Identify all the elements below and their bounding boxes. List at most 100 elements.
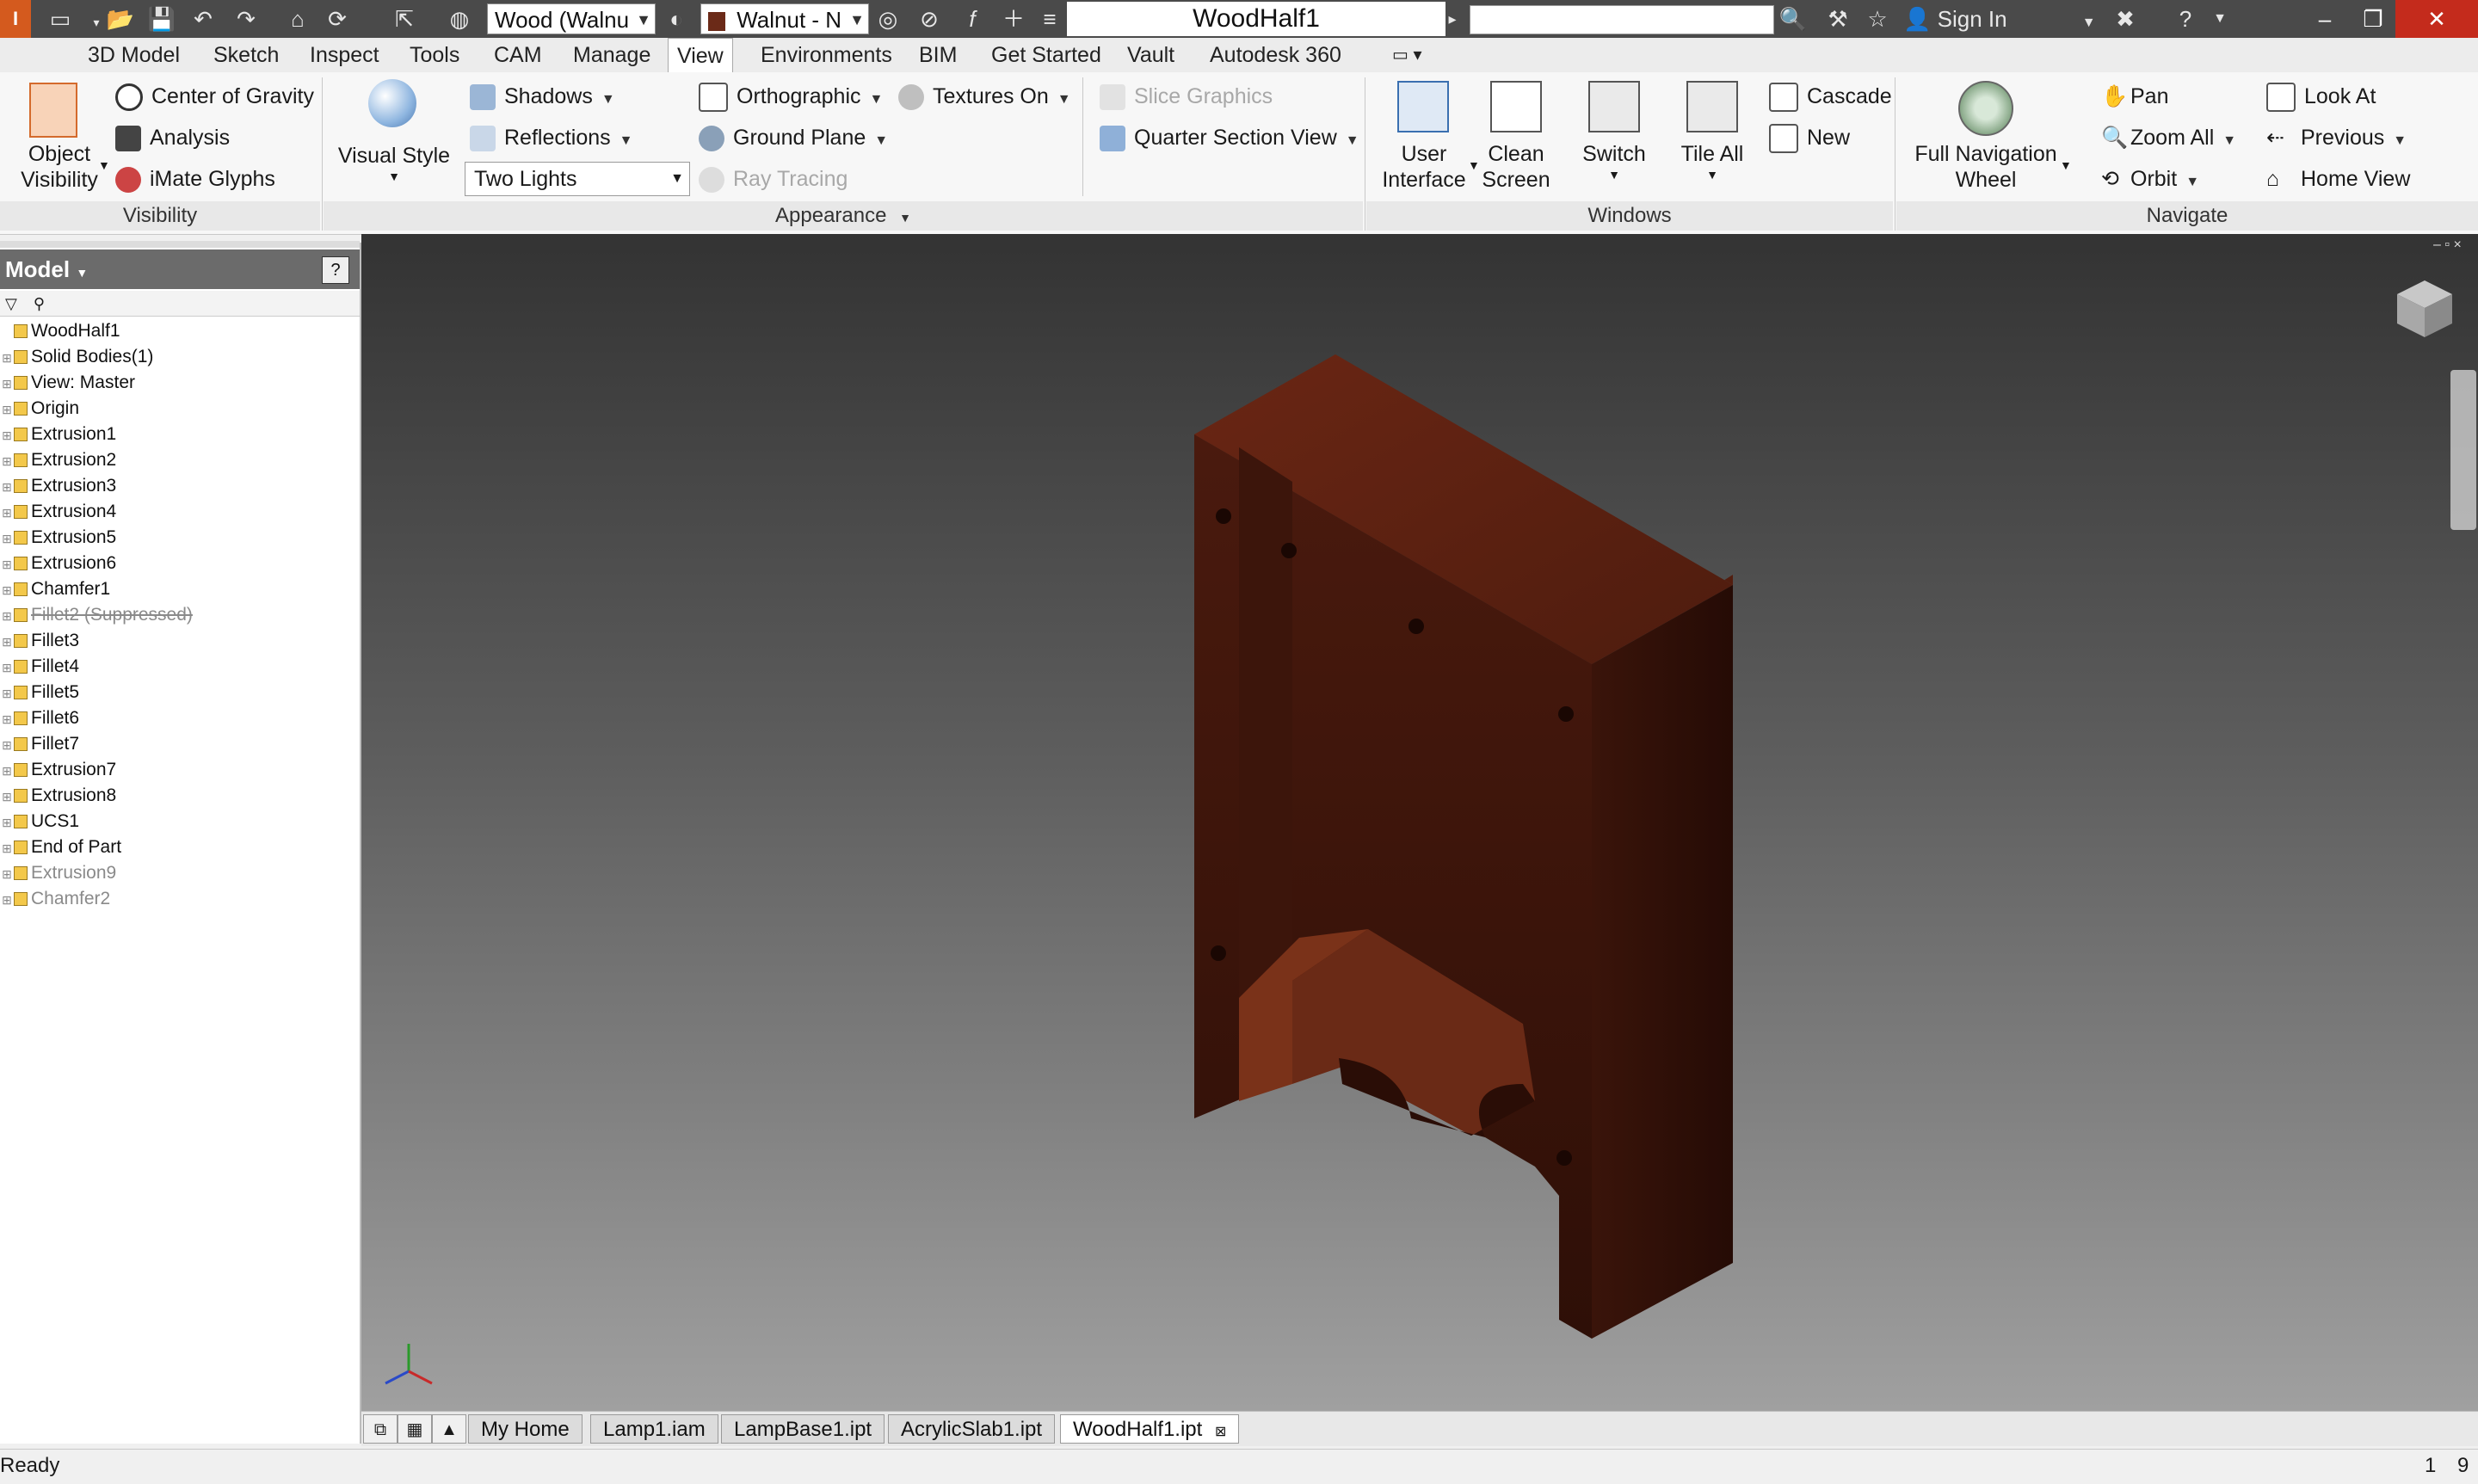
color-wheel-icon[interactable]: ◍ xyxy=(442,3,477,34)
close-tab-icon[interactable]: ⊠ xyxy=(1215,1425,1226,1439)
ray-tracing-button[interactable]: Ray Tracing xyxy=(699,163,848,194)
tree-node[interactable]: ⊞ Extrusion2 xyxy=(0,447,356,473)
object-visibility-button[interactable]: Object Visibility xyxy=(12,141,107,193)
slice-graphics-button[interactable]: Slice Graphics xyxy=(1100,81,1273,112)
tree-node[interactable]: ⊞ Chamfer1 xyxy=(0,576,356,602)
orbit-button[interactable]: ⟲ Orbit ▼ xyxy=(2101,163,2199,194)
clean-screen-button[interactable]: Clean Screen xyxy=(1473,141,1559,193)
help-dropdown-icon[interactable]: ▼ xyxy=(2203,3,2237,34)
analysis-button[interactable]: Analysis xyxy=(115,122,230,153)
shadows-button[interactable]: Shadows ▼ xyxy=(470,81,615,112)
new-window-button[interactable]: New xyxy=(1769,122,1850,154)
tab-vault[interactable]: Vault xyxy=(1119,38,1183,72)
expand-icon[interactable]: ⊞ xyxy=(0,448,14,474)
appearance-sphere-icon[interactable]: ◐ xyxy=(659,3,693,34)
filter-icon[interactable]: ▽ xyxy=(5,295,17,312)
tree-node[interactable]: ⊞ Origin xyxy=(0,396,356,422)
full-navigation-wheel-button[interactable]: Full Navigation Wheel xyxy=(1905,141,2067,193)
tree-node[interactable]: ⊞ View: Master xyxy=(0,370,356,396)
appearance-panel-title[interactable]: Appearance ▼ xyxy=(324,201,1363,231)
look-at-button[interactable]: Look At xyxy=(2266,81,2376,113)
doc-tab-woodhalf1[interactable]: WoodHalf1.ipt ⊠ xyxy=(1060,1414,1240,1444)
viewcube[interactable] xyxy=(2394,277,2456,339)
help-icon[interactable]: ? xyxy=(2168,3,2203,34)
expand-icon[interactable]: ⊞ xyxy=(0,397,14,422)
expand-icon[interactable]: ⊞ xyxy=(0,371,14,397)
tree-node[interactable]: ⊞ Extrusion3 xyxy=(0,473,356,499)
clear-appearance-icon[interactable]: ⊘ xyxy=(912,3,946,34)
find-icon[interactable]: ⚲ xyxy=(34,295,45,312)
orthographic-button[interactable]: Orthographic ▼ xyxy=(699,81,883,113)
exchange-apps-icon[interactable]: ✖ xyxy=(2108,3,2142,34)
tree-node[interactable]: ⊞ Fillet3 xyxy=(0,628,356,654)
tab-autodesk-360[interactable]: Autodesk 360 xyxy=(1201,38,1350,72)
browser-help-icon[interactable]: ? xyxy=(322,256,349,284)
doc-tab-my-home[interactable]: My Home xyxy=(468,1414,583,1444)
expand-icon[interactable]: ⊞ xyxy=(0,758,14,784)
minimize-button[interactable]: – xyxy=(2299,0,2351,38)
undo-icon[interactable]: ↶ xyxy=(186,3,220,34)
expand-icon[interactable]: ⊞ xyxy=(0,577,14,603)
browser-grip[interactable] xyxy=(0,241,360,248)
tab-sketch[interactable]: Sketch xyxy=(205,38,287,72)
tree-node[interactable]: ⊞ Fillet6 xyxy=(0,705,356,731)
material-combo[interactable]: Wood (Walnu ▼ xyxy=(487,3,656,34)
center-of-gravity-button[interactable]: Center of Gravity xyxy=(115,81,314,112)
expand-icon[interactable]: ⊞ xyxy=(0,603,14,629)
expand-icon[interactable]: ⊞ xyxy=(0,422,14,448)
tab-bim[interactable]: BIM xyxy=(910,38,965,72)
expand-icon[interactable]: ⊞ xyxy=(0,500,14,526)
chevron-down-icon[interactable]: ▼ xyxy=(2060,158,2072,172)
doc-tab-lamp1[interactable]: Lamp1.iam xyxy=(590,1414,718,1444)
user-interface-icon[interactable] xyxy=(1397,81,1449,132)
redo-icon[interactable]: ↷ xyxy=(229,3,263,34)
tree-node[interactable]: ⊞ Fillet4 xyxy=(0,654,356,680)
expand-icon[interactable]: ⊞ xyxy=(0,732,14,758)
ground-plane-button[interactable]: Ground Plane ▼ xyxy=(699,122,888,153)
imate-glyphs-button[interactable]: iMate Glyphs xyxy=(115,163,275,194)
tree-node[interactable]: ⊞ UCS1 xyxy=(0,809,356,834)
app-logo-icon[interactable]: I xyxy=(0,0,31,38)
open-icon[interactable]: 📂 xyxy=(103,3,138,34)
restore-button[interactable]: ❐ xyxy=(2347,0,2399,38)
doc-tab-acrylicslab1[interactable]: AcrylicSlab1.ipt xyxy=(888,1414,1056,1444)
tab-inspect[interactable]: Inspect xyxy=(301,38,388,72)
favorites-star-icon[interactable]: ☆ xyxy=(1860,3,1895,34)
tree-node[interactable]: ⊞ Fillet5 xyxy=(0,680,356,705)
viewport-window-controls[interactable]: – ▫ × xyxy=(2433,237,2462,253)
tab-view[interactable]: View xyxy=(668,38,733,73)
expand-icon[interactable]: ⊞ xyxy=(0,680,14,706)
tree-node[interactable]: ⊞ Extrusion9 xyxy=(0,860,356,886)
expand-icon[interactable]: ⊞ xyxy=(0,887,14,913)
home-icon[interactable]: ⌂ xyxy=(280,3,315,34)
home-view-button[interactable]: ⌂ Home View xyxy=(2266,163,2410,194)
reflections-button[interactable]: Reflections ▼ xyxy=(470,122,633,153)
update-icon[interactable]: ⟳ xyxy=(320,3,354,34)
user-interface-button[interactable]: User Interface xyxy=(1377,141,1471,193)
previous-view-button[interactable]: ⇠ Previous ▼ xyxy=(2266,122,2407,153)
binoculars-icon[interactable]: 🔍 xyxy=(1776,3,1810,34)
expand-icon[interactable]: ⊞ xyxy=(0,655,14,680)
clean-screen-icon[interactable] xyxy=(1490,81,1542,132)
help-search-input[interactable] xyxy=(1470,5,1774,34)
tab-get-started[interactable]: Get Started xyxy=(983,38,1110,72)
expand-icon[interactable]: ⊞ xyxy=(0,784,14,810)
plus-icon[interactable]: ＋ xyxy=(996,3,1031,34)
textures-on-button[interactable]: Textures On ▼ xyxy=(898,81,1071,112)
tab-environments[interactable]: Environments xyxy=(752,38,901,72)
tab-menu-up-icon[interactable]: ▲ xyxy=(432,1414,466,1444)
expand-icon[interactable]: ⊞ xyxy=(0,810,14,835)
expand-icon[interactable]: ⊞ xyxy=(0,345,14,371)
tree-node[interactable]: ⊞ Extrusion6 xyxy=(0,551,356,576)
tree-node[interactable]: ⊞ Extrusion5 xyxy=(0,525,356,551)
tree-node[interactable]: ⊞ End of Part xyxy=(0,834,356,860)
tab-cam[interactable]: CAM xyxy=(485,38,551,72)
sign-in-button[interactable]: 👤 Sign In ▼ xyxy=(1903,3,2096,34)
parameters-icon[interactable]: f xyxy=(955,3,989,34)
search-expand-icon[interactable]: ▸ xyxy=(1435,3,1470,34)
select-icon[interactable]: ⇱ xyxy=(387,3,422,34)
new-file-icon[interactable]: ▭ xyxy=(43,3,77,34)
tree-node[interactable]: ⊞ Fillet2 (Suppressed) xyxy=(0,602,356,628)
customize-qat-icon[interactable]: ≡ xyxy=(1032,3,1067,34)
expand-icon[interactable]: ⊞ xyxy=(0,861,14,887)
